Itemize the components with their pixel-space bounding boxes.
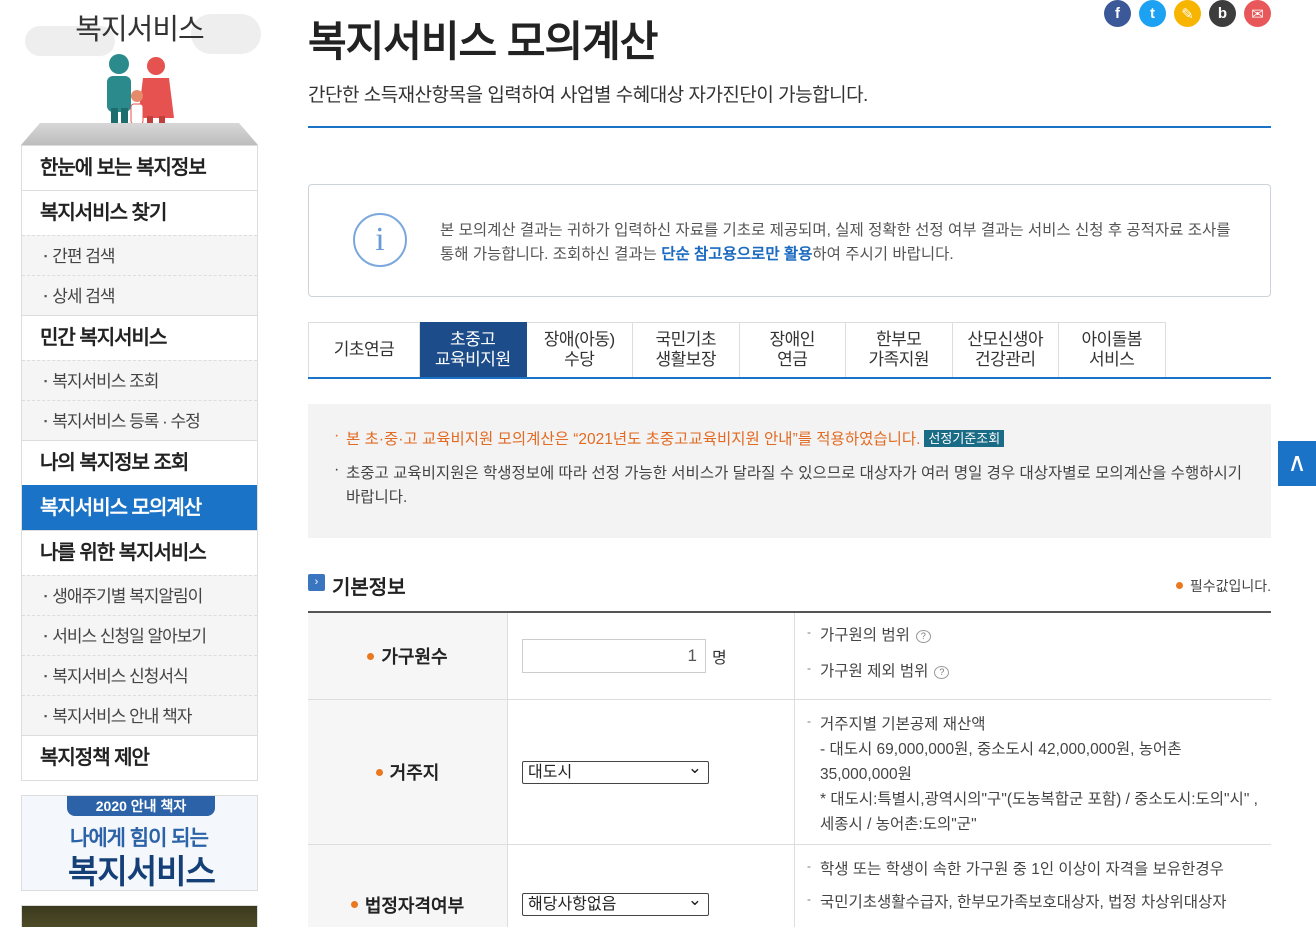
required-dot-icon (350, 901, 358, 908)
tab-item[interactable]: 장애(아동) 수당 (526, 322, 633, 377)
help-bubble-icon[interactable]: ? (934, 666, 950, 679)
banner-line2: 복지서비스 (68, 853, 216, 890)
selection-criteria-button[interactable]: 선정기준조회 (924, 430, 1005, 447)
info-icon: i (353, 213, 407, 267)
tab-item[interactable]: 한부모 가족지원 (846, 322, 953, 377)
tab-item[interactable]: 아이돌봄 서비스 (1059, 322, 1166, 377)
scroll-top-button[interactable]: ∧ (1278, 441, 1316, 486)
twitter-icon[interactable]: t (1139, 0, 1166, 27)
guidebook-banner[interactable]: 2020 안내 책자 나에게 힘이 되는 복지서비스 (21, 795, 258, 891)
secondary-banner[interactable] (21, 905, 258, 927)
banner-tag: 2020 안내 책자 (67, 796, 215, 816)
sidebar-item[interactable]: 복지서비스 모의계산 (22, 485, 257, 530)
help-text: * 대도시:특별시,광역시의"구"(도농복합군 포함) / 중소도시:도의"시"… (820, 791, 1258, 833)
guide-box: 본 초·중·고 교육비지원 모의계산은 “2021년도 초중고교육비지원 안내”… (308, 404, 1271, 538)
required-dot-icon (375, 768, 383, 776)
help-cell: 가구원의 범위? 가구원 제외 범위? (795, 613, 1271, 699)
help-text: 학생 또는 학생이 속한 가구원 중 1인 이상이 자격을 보유한경우 (807, 854, 1261, 882)
sidebar-item[interactable]: 복지서비스 등록 · 수정 (22, 400, 257, 440)
field-label: 가구원수 (308, 613, 508, 699)
required-dot-icon (1175, 582, 1183, 589)
sidebar-item[interactable]: 나의 복지정보 조회 (22, 440, 257, 485)
unit-label: 명 (712, 650, 727, 667)
tab-item[interactable]: 초중고 교육비지원 (420, 322, 527, 377)
sidebar-item[interactable]: 복지서비스 안내 책자 (22, 695, 257, 735)
facebook-icon[interactable]: f (1104, 0, 1131, 27)
tab-item[interactable]: 장애인 연금 (739, 322, 846, 377)
sidebar-header: 복지서비스 (21, 0, 261, 145)
field-cell: 대도시 (508, 700, 795, 844)
sidebar-item[interactable]: 생애주기별 복지알림이 (22, 575, 257, 615)
tab-item[interactable]: 산모신생아 건강관리 (952, 322, 1059, 377)
required-note: 필수값입니다. (1175, 576, 1271, 596)
kakaostory-icon[interactable]: ✎ (1174, 0, 1201, 27)
qualification-select[interactable]: 해당사항없음 (522, 889, 709, 916)
sidebar-item[interactable]: 복지서비스 신청서식 (22, 655, 257, 695)
help-cell: 학생 또는 학생이 속한 가구원 중 1인 이상이 자격을 보유한경우 국민기초… (795, 845, 1271, 927)
notice-box: i 본 모의계산 결과는 귀하가 입력하신 자료를 기초로 제공되며, 실제 정… (308, 184, 1271, 297)
band-icon[interactable]: b (1209, 0, 1236, 27)
page-title: 복지서비스 모의계산 (308, 18, 658, 65)
tab-item[interactable]: 기초연금 (308, 322, 420, 377)
required-dot-icon (367, 652, 375, 660)
podium-base (21, 123, 258, 145)
help-text: 거주지별 기본공제 재산액 (807, 709, 1261, 737)
guide-item-per-student: 초중고 교육비지원은 학생정보에 따라 선정 가능한 서비스가 달라질 수 있으… (334, 458, 1245, 510)
mail-icon[interactable]: ✉ (1244, 0, 1271, 27)
field-cell: 해당사항없음 (508, 845, 795, 927)
form-row-residence: 거주지 대도시 거주지별 기본공제 재산액 - 대도시 69,000,000원,… (308, 700, 1271, 845)
sidebar-item[interactable]: 나를 위한 복지서비스 (22, 530, 257, 575)
form-row-qualification: 법정자격여부 해당사항없음 학생 또는 학생이 속한 가구원 중 1인 이상이 … (308, 845, 1271, 927)
title-divider (308, 126, 1271, 128)
section-arrow-icon: › (308, 574, 325, 591)
section-title: 기본정보 (332, 577, 406, 599)
field-label: 법정자격여부 (308, 845, 508, 927)
sidebar-item[interactable]: 상세 검색 (22, 275, 257, 315)
help-cell: 거주지별 기본공제 재산액 - 대도시 69,000,000원, 중소도시 42… (795, 700, 1271, 844)
sns-share-bar: f t ✎ b ✉ (1104, 0, 1271, 27)
residence-select[interactable]: 대도시 (522, 757, 709, 784)
help-link-household-scope[interactable]: 가구원의 범위? (807, 620, 1261, 648)
field-label: 거주지 (308, 700, 508, 844)
sidebar: 복지서비스 한눈에 보는 복지정보복지서비스 찾기간편 검색상세 검색민간 복지… (21, 0, 261, 927)
form-row-household: 가구원수 1 명 가구원의 범위? 가구원 제외 범위? (308, 613, 1271, 700)
help-link-household-exclusion[interactable]: 가구원 제외 범위? (807, 656, 1261, 684)
service-tabs: 기초연금 초중고 교육비지원 장애(아동) 수당 국민기초 생활보장 장애인 연금 한부모… (308, 322, 1271, 379)
sidebar-menu: 한눈에 보는 복지정보복지서비스 찾기간편 검색상세 검색민간 복지서비스복지서… (21, 145, 258, 781)
notice-highlight: 단순 참고용으로만 활용 (661, 246, 813, 263)
sidebar-item[interactable]: 복지정책 제안 (22, 735, 257, 780)
sidebar-item[interactable]: 민간 복지서비스 (22, 315, 257, 360)
guide-item-applied-standard: 본 초·중·고 교육비지원 모의계산은 “2021년도 초중고교육비지원 안내”… (334, 424, 1245, 452)
sidebar-item[interactable]: 복지서비스 찾기 (22, 190, 257, 235)
help-text: - 대도시 69,000,000원, 중소도시 42,000,000원, 농어촌… (820, 741, 1182, 783)
section-header: › 기본정보 필수값입니다. (308, 570, 1271, 600)
sidebar-item[interactable]: 서비스 신청일 알아보기 (22, 615, 257, 655)
tab-item[interactable]: 국민기초 생활보장 (633, 322, 740, 377)
sidebar-title: 복지서비스 (75, 14, 204, 46)
sidebar-item[interactable]: 한눈에 보는 복지정보 (22, 145, 257, 190)
household-count-input[interactable]: 1 (522, 639, 706, 673)
help-bubble-icon[interactable]: ? (915, 630, 931, 643)
help-text: 국민기초생활수급자, 한부모가족보호대상자, 법정 차상위대상자 (807, 887, 1261, 915)
basic-info-form: 가구원수 1 명 가구원의 범위? 가구원 제외 범위? 거주지 대도시 거주지… (308, 611, 1271, 927)
notice-text: 본 모의계산 결과는 귀하가 입력하신 자료를 기초로 제공되며, 실제 정확한… (440, 222, 1231, 263)
sidebar-item[interactable]: 복지서비스 조회 (22, 360, 257, 400)
page-subtitle: 간단한 소득재산항목을 입력하여 사업별 수혜대상 자가진단이 가능합니다. (308, 85, 868, 106)
sidebar-item[interactable]: 간편 검색 (22, 235, 257, 275)
field-cell: 1 명 (508, 613, 795, 699)
